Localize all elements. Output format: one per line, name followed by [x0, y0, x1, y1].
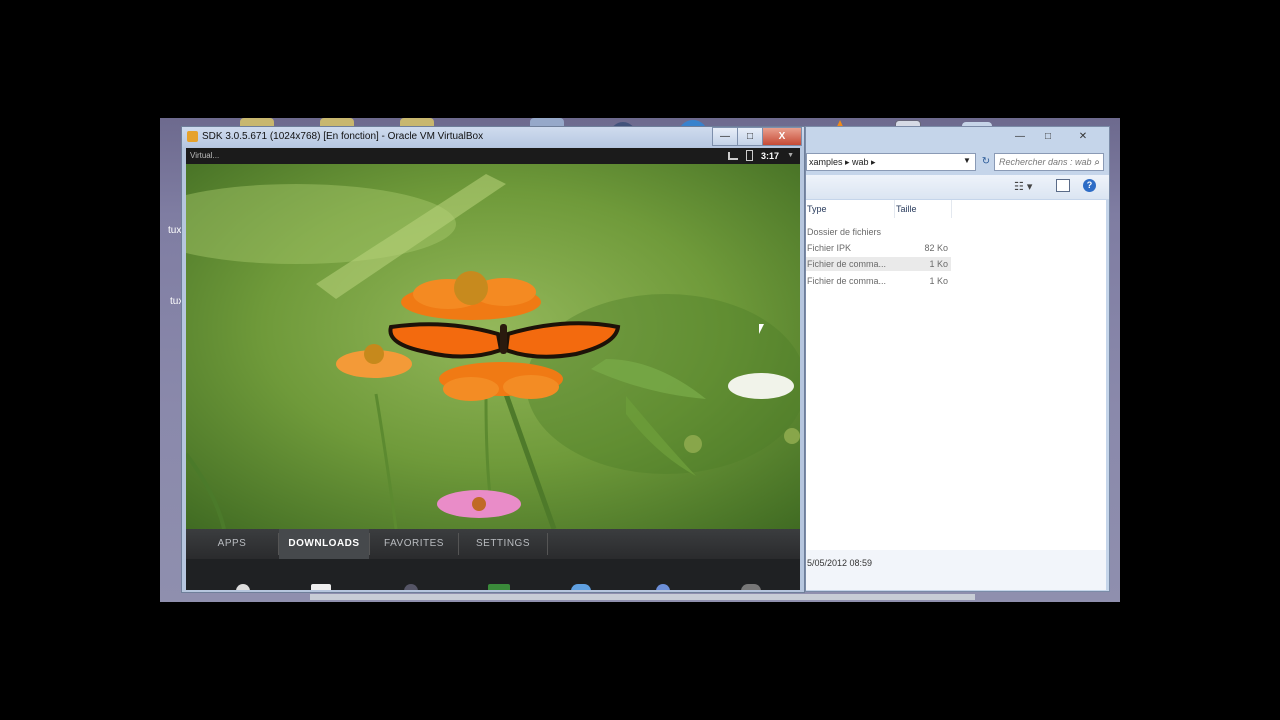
wallpaper-image — [186, 164, 800, 529]
explorer-window-controls: — □ ✕ — [1007, 129, 1103, 145]
device-status-bar: Virtual... 3:17 ▼ — [186, 148, 800, 164]
status-indicators: 3:17 ▼ — [728, 150, 794, 161]
close-button[interactable]: X — [762, 127, 802, 146]
file-type: Fichier de comma... — [807, 259, 887, 269]
dock-app-icon[interactable] — [404, 584, 418, 590]
explorer-window: — □ ✕ xamples ▸ wab ▸ ▼ ↻ Rechercher dan… — [805, 126, 1110, 592]
status-menu-dropdown-icon[interactable]: ▼ — [787, 152, 794, 159]
file-row[interactable]: Dossier de fichiers — [806, 225, 951, 239]
dock-app-icon[interactable] — [571, 584, 591, 590]
minimize-icon[interactable]: — — [1007, 129, 1033, 145]
vm-screen[interactable]: Virtual... 3:17 ▼ APPS DOWNLOADS FAVORIT… — [186, 148, 800, 590]
tab-favorites[interactable]: FAVORITES — [370, 529, 458, 559]
file-size: 1 Ko — [929, 276, 948, 286]
search-input[interactable]: Rechercher dans : wab ⌕ — [994, 153, 1104, 171]
status-carrier: Virtual... — [190, 151, 220, 160]
preview-pane-icon[interactable] — [1056, 179, 1070, 192]
dock-app-icon[interactable] — [488, 584, 510, 590]
details-date: 5/05/2012 08:59 — [807, 558, 873, 568]
column-header-type[interactable]: Type — [807, 204, 827, 214]
file-size: 82 Ko — [924, 243, 948, 253]
address-bar[interactable]: xamples ▸ wab ▸ — [806, 153, 976, 171]
address-dropdown-icon[interactable]: ▼ — [963, 156, 971, 165]
signal-icon — [728, 151, 739, 160]
window-title: SDK 3.0.5.671 (1024x768) [En fonction] -… — [202, 131, 484, 142]
refresh-icon[interactable]: ↻ — [978, 154, 994, 170]
launcher-tab-bar: APPS DOWNLOADS FAVORITES SETTINGS — [186, 529, 800, 559]
battery-icon — [746, 150, 754, 161]
column-header-size[interactable]: Taille — [896, 204, 917, 214]
file-row[interactable]: Fichier de comma... 1 Ko — [806, 274, 951, 288]
file-size: 1 Ko — [929, 259, 948, 269]
details-pane: 5/05/2012 08:59 — [806, 550, 1106, 590]
search-placeholder: Rechercher dans : wab — [999, 157, 1092, 167]
launcher-dock — [186, 559, 800, 590]
tab-apps[interactable]: APPS — [186, 529, 278, 559]
window-controls: — □ X — [712, 127, 802, 146]
file-type: Fichier IPK — [807, 243, 852, 253]
window-titlebar[interactable]: SDK 3.0.5.671 (1024x768) [En fonction] -… — [182, 127, 804, 147]
status-clock: 3:17 — [761, 150, 780, 161]
mouse-cursor-icon — [759, 324, 764, 334]
dock-app-icon[interactable] — [656, 584, 670, 590]
desktop-label-tux[interactable]: tux — [168, 225, 181, 236]
taskbar-edge — [310, 594, 975, 600]
document-icon[interactable] — [311, 584, 331, 590]
virtualbox-window: SDK 3.0.5.671 (1024x768) [En fonction] -… — [181, 126, 805, 593]
dock-app-icon[interactable] — [741, 584, 761, 590]
file-type: Dossier de fichiers — [807, 227, 882, 237]
help-icon[interactable]: ? — [1083, 179, 1096, 192]
dock-app-icon[interactable] — [236, 584, 250, 590]
virtualbox-app-icon — [187, 131, 198, 142]
file-row[interactable]: Fichier de comma... 1 Ko — [806, 257, 951, 271]
butterfly — [388, 321, 621, 359]
tab-downloads[interactable]: DOWNLOADS — [279, 529, 369, 559]
close-icon[interactable]: ✕ — [1063, 129, 1103, 145]
file-type: Fichier de comma... — [807, 276, 887, 286]
search-icon[interactable]: ⌕ — [1094, 155, 1100, 171]
tab-separator — [547, 533, 548, 555]
file-list: Type Taille Dossier de fichiers Fichier … — [806, 200, 1106, 550]
maximize-icon[interactable]: □ — [1035, 129, 1061, 145]
tab-settings[interactable]: SETTINGS — [459, 529, 547, 559]
minimize-button[interactable]: — — [712, 127, 738, 146]
file-row[interactable]: Fichier IPK 82 Ko — [806, 241, 951, 255]
view-options-icon[interactable]: ☷ ▾ — [1014, 180, 1032, 193]
explorer-toolbar: ☷ ▾ ? — [806, 175, 1109, 199]
maximize-button[interactable]: □ — [737, 127, 763, 146]
